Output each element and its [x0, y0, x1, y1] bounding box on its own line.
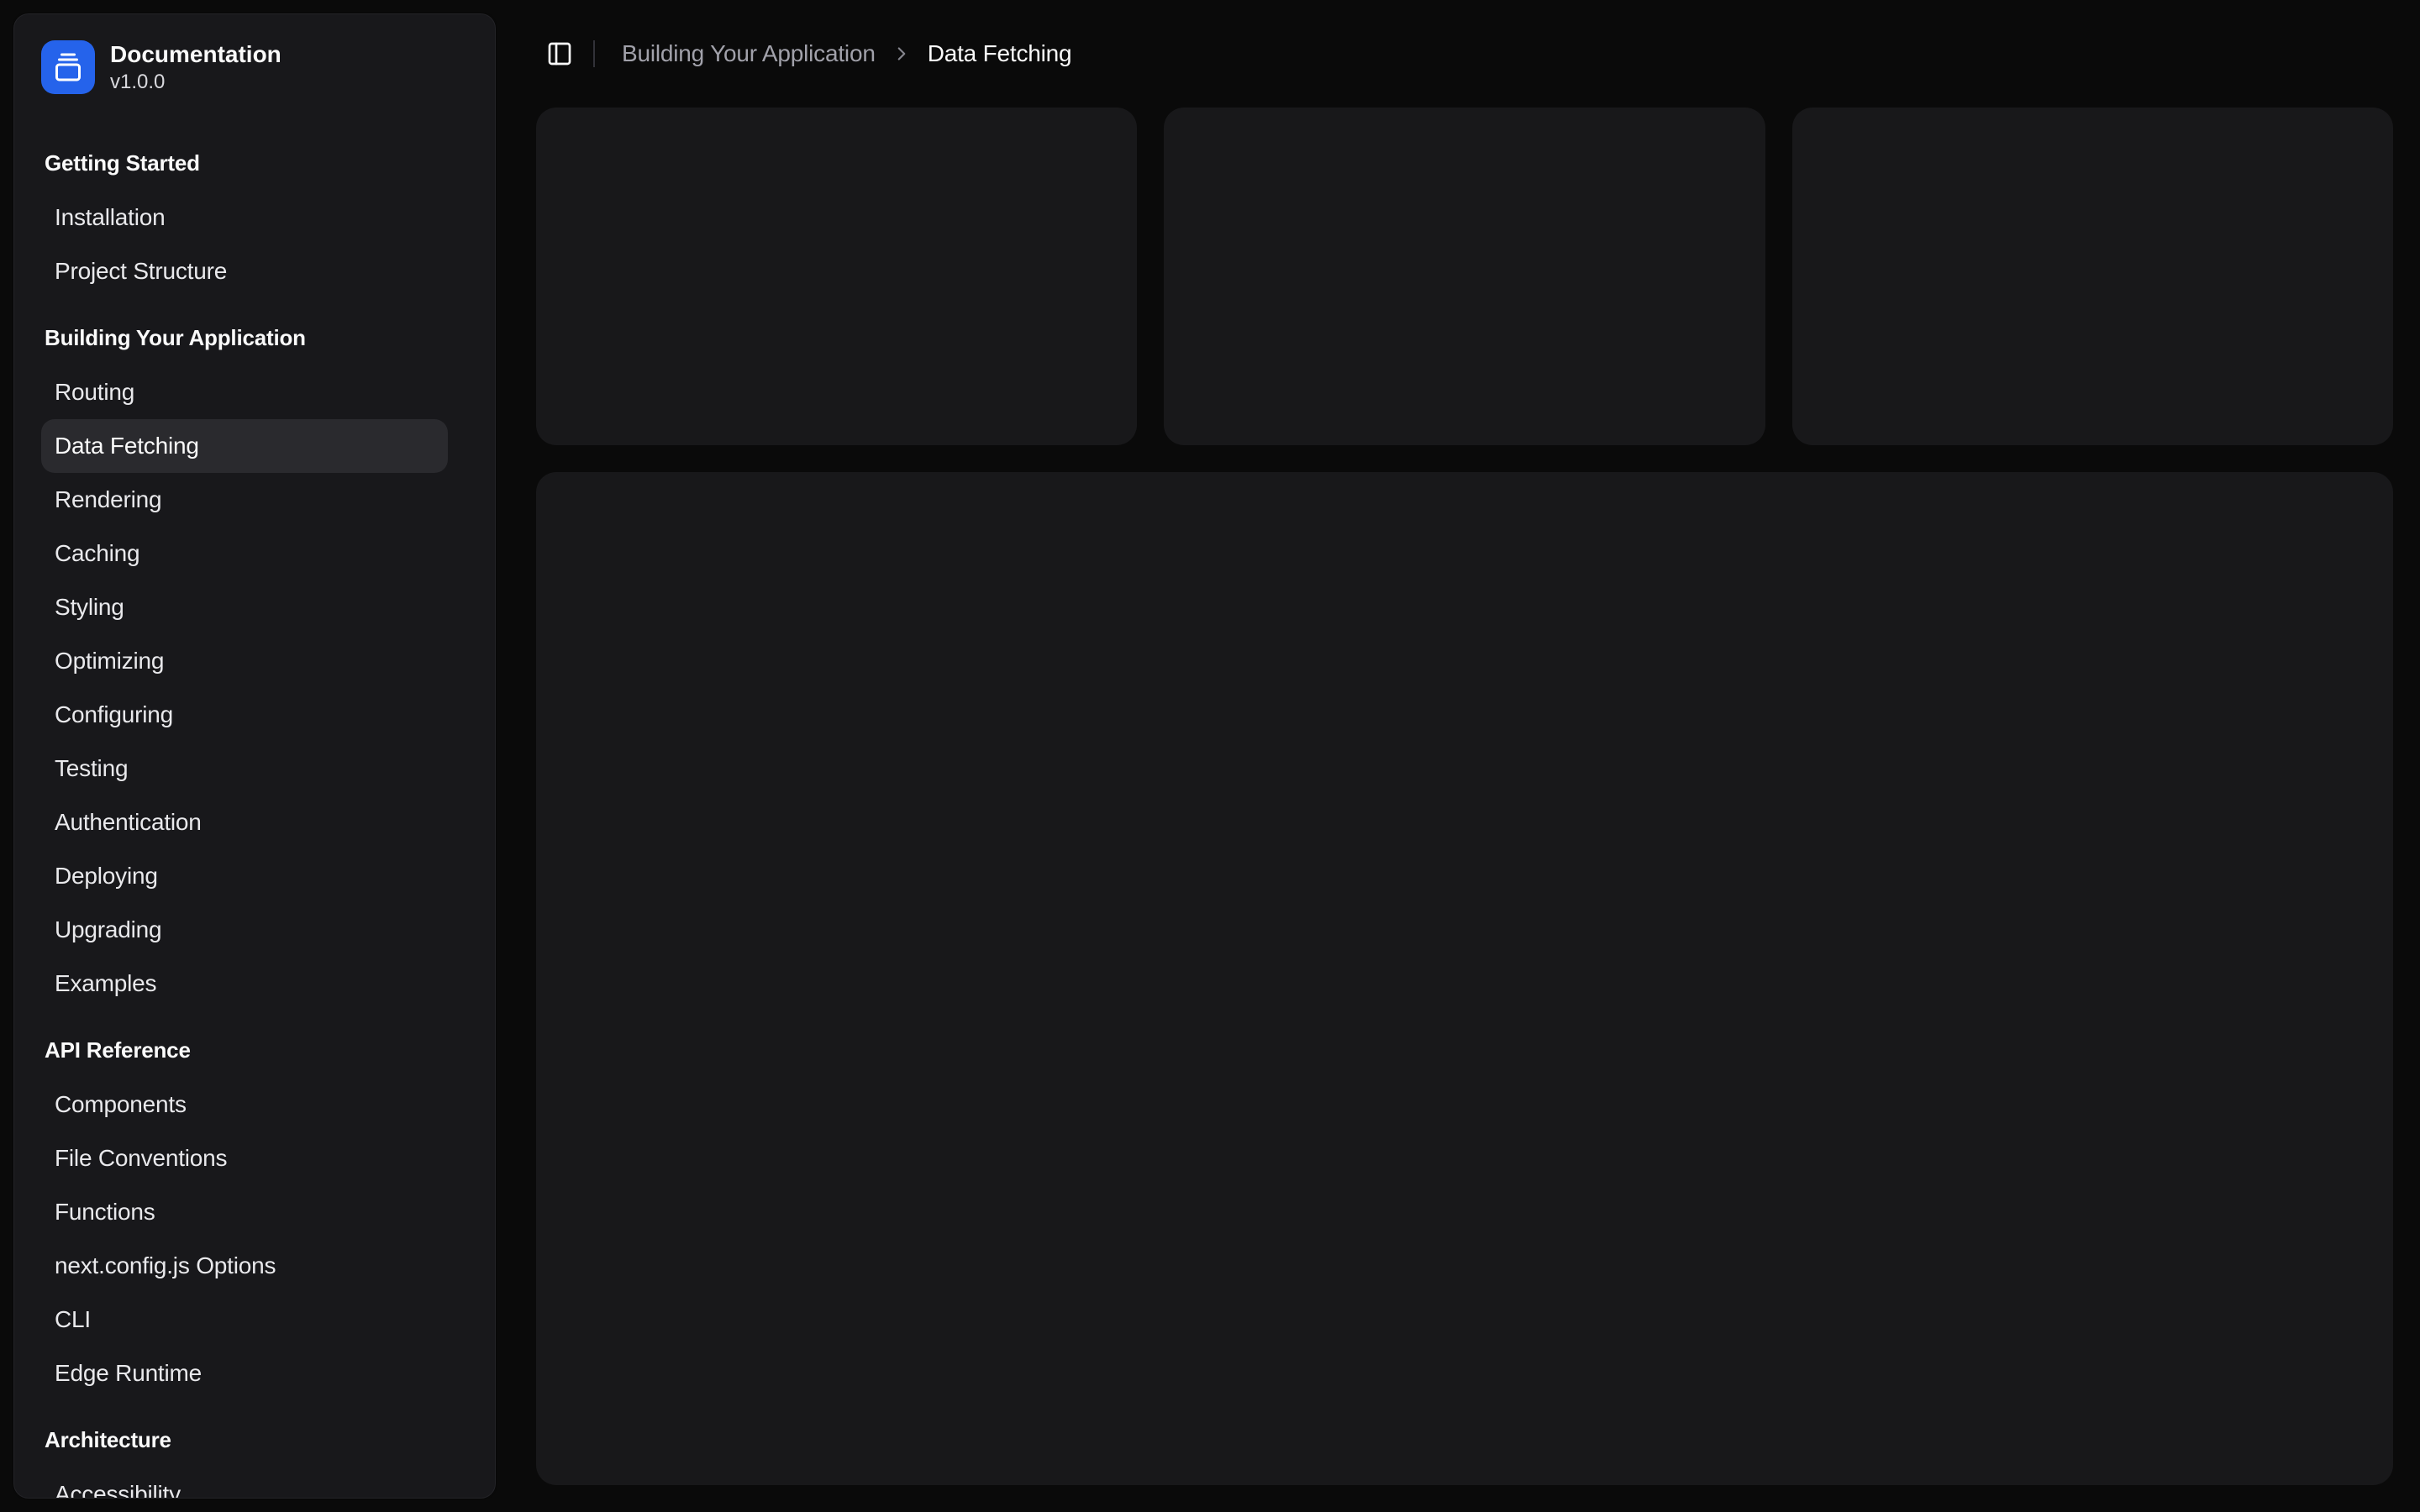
sidebar-item-file-conventions[interactable]: File Conventions: [41, 1131, 448, 1185]
sidebar-item-caching[interactable]: Caching: [41, 527, 448, 580]
sidebar-item-next-config-js-options[interactable]: next.config.js Options: [41, 1239, 448, 1293]
sidebar-nav: Getting Started Installation Project Str…: [28, 137, 481, 1499]
sidebar-group: Getting Started Installation Project Str…: [28, 137, 481, 298]
sidebar-group-items: Components File Conventions Functions ne…: [28, 1078, 481, 1400]
sidebar-item-routing[interactable]: Routing: [41, 365, 448, 419]
main-header: Building Your Application Data Fetching: [509, 0, 2420, 108]
sidebar-group-label-building-your-application: Building Your Application: [28, 312, 481, 365]
header-separator: [593, 40, 595, 67]
sidebar-item-accessibility[interactable]: Accessibility: [41, 1467, 448, 1499]
sidebar-item-rendering[interactable]: Rendering: [41, 473, 448, 527]
app-version: v1.0.0: [110, 71, 281, 95]
sidebar-item-deploying[interactable]: Deploying: [41, 849, 448, 903]
breadcrumb: Building Your Application Data Fetching: [622, 40, 1071, 67]
sidebar-group-items: Accessibility: [28, 1467, 481, 1499]
sidebar-item-cli[interactable]: CLI: [41, 1293, 448, 1347]
chevron-right-icon: [891, 43, 913, 65]
sidebar-item-configuring[interactable]: Configuring: [41, 688, 448, 742]
sidebar-item-testing[interactable]: Testing: [41, 742, 448, 795]
sidebar-group: API Reference Components File Convention…: [28, 1024, 481, 1400]
sidebar-toggle-button[interactable]: [536, 30, 583, 77]
app-logo: [41, 40, 95, 94]
sidebar-item-authentication[interactable]: Authentication: [41, 795, 448, 849]
main-content: [509, 108, 2420, 1512]
placeholder-card: [1792, 108, 2393, 445]
sidebar-item-functions[interactable]: Functions: [41, 1185, 448, 1239]
sidebar-item-project-structure[interactable]: Project Structure: [41, 244, 448, 298]
breadcrumb-parent-link[interactable]: Building Your Application: [622, 40, 876, 67]
sidebar-group: Building Your Application Routing Data F…: [28, 312, 481, 1011]
sidebar-group: Architecture Accessibility: [28, 1414, 481, 1499]
sidebar-group-items: Routing Data Fetching Rendering Caching …: [28, 365, 481, 1011]
gallery-vertical-end-icon: [53, 52, 83, 82]
sidebar-item-styling[interactable]: Styling: [41, 580, 448, 634]
sidebar-item-edge-runtime[interactable]: Edge Runtime: [41, 1347, 448, 1400]
breadcrumb-current-page: Data Fetching: [928, 40, 1072, 67]
sidebar-item-data-fetching[interactable]: Data Fetching: [41, 419, 448, 473]
placeholder-card-row: [536, 108, 2393, 445]
sidebar-group-label-getting-started: Getting Started: [28, 137, 481, 191]
sidebar-item-installation[interactable]: Installation: [41, 191, 448, 244]
sidebar-group-items: Installation Project Structure: [28, 191, 481, 298]
sidebar-item-upgrading[interactable]: Upgrading: [41, 903, 448, 957]
placeholder-card: [536, 108, 1137, 445]
sidebar-header-button[interactable]: Documentation v1.0.0: [28, 28, 481, 107]
placeholder-card: [1164, 108, 1765, 445]
sidebar-item-examples[interactable]: Examples: [41, 957, 448, 1011]
sidebar-group-label-api-reference: API Reference: [28, 1024, 481, 1078]
main-area: Building Your Application Data Fetching: [509, 0, 2420, 1512]
content-placeholder-panel: [536, 472, 2393, 1485]
sidebar-item-optimizing[interactable]: Optimizing: [41, 634, 448, 688]
app-title: Documentation: [110, 39, 281, 69]
sidebar: Documentation v1.0.0 Getting Started Ins…: [13, 13, 496, 1499]
panel-left-icon: [546, 40, 573, 67]
sidebar-group-label-architecture: Architecture: [28, 1414, 481, 1467]
sidebar-item-components[interactable]: Components: [41, 1078, 448, 1131]
